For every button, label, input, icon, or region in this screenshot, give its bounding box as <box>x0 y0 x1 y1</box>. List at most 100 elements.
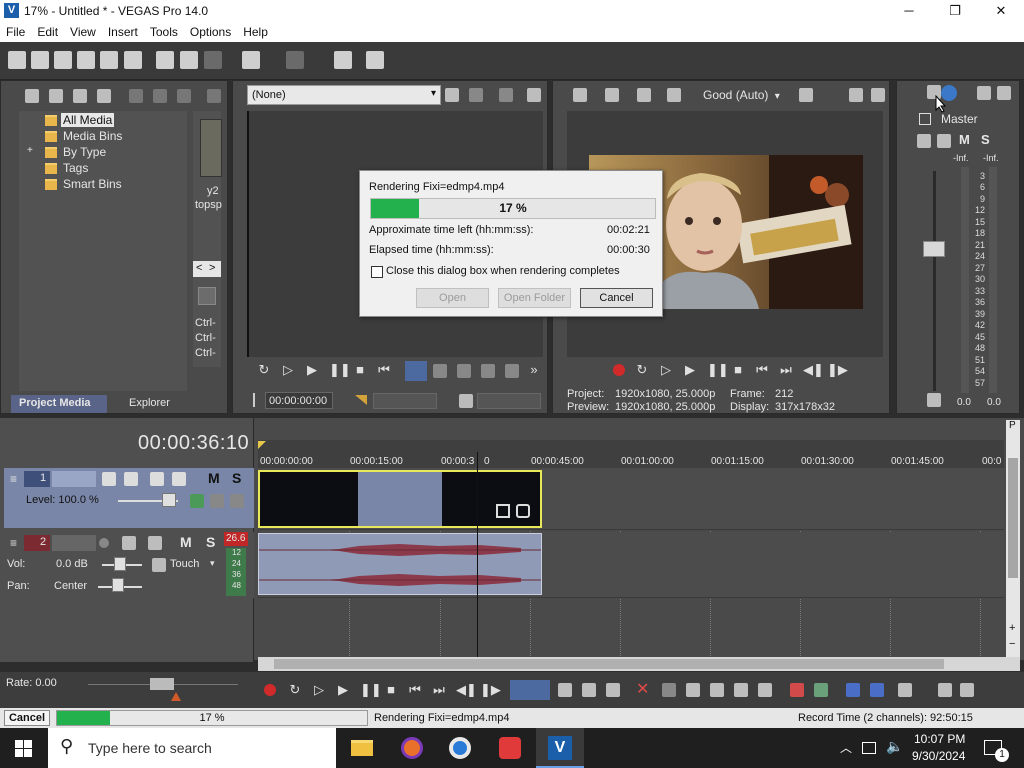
open-button[interactable]: Open <box>416 288 489 308</box>
preview-device-icon[interactable] <box>637 88 651 102</box>
save-icon[interactable] <box>54 51 72 69</box>
delete-icon[interactable]: ✕ <box>636 679 649 699</box>
open-folder-button[interactable]: Open Folder <box>498 288 571 308</box>
pin-icon[interactable]: P <box>1009 420 1016 431</box>
fx-gear-icon[interactable] <box>937 134 951 148</box>
properties-gear-icon[interactable] <box>124 51 142 69</box>
speaker-icon[interactable] <box>977 86 991 100</box>
tree-item-tags[interactable]: Tags <box>63 161 88 175</box>
menu-tools[interactable]: Tools <box>144 22 184 39</box>
trim-icon[interactable] <box>433 364 447 378</box>
pause-icon[interactable]: ❚❚ <box>329 363 351 377</box>
video-clip[interactable] <box>258 470 542 528</box>
paste-icon[interactable] <box>204 51 222 69</box>
event-fx-icon[interactable] <box>516 504 530 518</box>
chevron-up-icon[interactable]: ︿ <box>840 739 852 756</box>
scroll-thumb[interactable] <box>1008 458 1018 578</box>
trim-length-field[interactable] <box>477 393 541 409</box>
cancel-render-button[interactable]: Cancel <box>4 710 50 726</box>
undo-icon[interactable] <box>242 51 260 69</box>
minimize-button[interactable]: ─ <box>886 0 932 22</box>
views-icon[interactable] <box>207 89 221 103</box>
preset-dropdown[interactable]: (None) ▾ <box>247 85 441 105</box>
import-media-icon[interactable] <box>25 89 39 103</box>
timeline-vertical-scrollbar[interactable]: P + − <box>1006 420 1020 658</box>
clock-time[interactable]: 10:07 PM <box>914 732 965 746</box>
maximize-button[interactable]: ❐ <box>932 0 978 22</box>
vol-slider-handle[interactable] <box>114 557 126 571</box>
lock-icon[interactable] <box>758 683 772 697</box>
video-track-header[interactable]: ≡ 1 M S Level: 100.0 % <box>4 468 254 528</box>
tab-explorer[interactable]: Explorer <box>129 397 170 409</box>
close-on-complete-checkbox[interactable] <box>371 266 383 278</box>
timeline-timecode[interactable]: 00:00:36:10 <box>138 432 249 455</box>
arm-record-icon[interactable] <box>99 538 109 548</box>
collapse-icon[interactable]: ≡ <box>10 536 17 550</box>
trim-icon[interactable] <box>505 364 519 378</box>
normal-edit-tool[interactable] <box>510 680 550 700</box>
play-from-start-icon[interactable]: ▷ <box>659 363 673 377</box>
level-slider-handle[interactable] <box>162 493 176 507</box>
split-screen-icon[interactable] <box>605 88 619 102</box>
previous-frame-icon[interactable]: ◀❚ <box>803 363 824 377</box>
scroll-thumb[interactable] <box>274 659 944 669</box>
overlay-icon[interactable] <box>667 88 681 102</box>
next-frame-icon[interactable]: ❚▶ <box>827 363 848 377</box>
trim-start-icon[interactable] <box>710 683 724 697</box>
spellcheck-icon[interactable] <box>445 88 459 102</box>
go-to-start-icon[interactable]: ⏮ <box>755 363 769 377</box>
child-mode-icon[interactable] <box>230 494 244 508</box>
tree-item-by-type[interactable]: By Type <box>63 145 106 159</box>
go-to-start-icon[interactable]: ⏮ <box>377 363 391 377</box>
pause-icon[interactable]: ❚❚ <box>360 683 382 697</box>
clear-icon[interactable] <box>499 88 513 102</box>
solo-button[interactable]: S <box>981 132 990 147</box>
mountain-icon[interactable] <box>459 394 473 408</box>
quality-dropdown[interactable]: Good (Auto) ▾ <box>703 88 780 102</box>
save-as-icon[interactable] <box>77 51 95 69</box>
stop-icon[interactable]: ■ <box>731 363 745 377</box>
selection-tool-icon[interactable] <box>582 683 596 697</box>
play-icon[interactable]: ▶ <box>305 363 319 377</box>
web-icon[interactable] <box>97 89 111 103</box>
loop-icon[interactable]: ↻ <box>257 363 271 377</box>
trim-icon[interactable] <box>662 683 676 697</box>
window-icon[interactable] <box>527 88 541 102</box>
windows-start-icon[interactable] <box>15 740 32 757</box>
audio-track-header[interactable]: ≡ 2 M S 26.6 12 24 36 48 Vol: 0.0 dB Tou… <box>4 532 254 598</box>
tab-project-media[interactable]: Project Media <box>11 395 107 413</box>
automation-mode[interactable]: Touch <box>170 558 199 570</box>
pause-icon[interactable]: ❚❚ <box>707 363 729 377</box>
solo-button[interactable]: S <box>206 534 215 550</box>
file-explorer-app[interactable] <box>338 728 386 768</box>
pan-icon[interactable] <box>148 536 162 550</box>
track-name-field[interactable] <box>52 535 96 551</box>
trim-range-field[interactable] <box>373 393 437 409</box>
volume-mute-icon[interactable]: 🔈 <box>886 738 903 755</box>
media-generator-icon[interactable] <box>177 89 191 103</box>
tree-item-smart-bins[interactable]: Smart Bins <box>63 177 122 191</box>
menu-view[interactable]: View <box>64 22 102 39</box>
compositing-icon[interactable] <box>124 472 138 486</box>
solo-button[interactable]: S <box>232 470 241 486</box>
render-as-icon[interactable] <box>100 51 118 69</box>
vegas-app[interactable]: V <box>536 728 584 768</box>
mute-button[interactable]: M <box>180 534 192 550</box>
menu-file[interactable]: File <box>0 22 31 39</box>
zoom-out-button[interactable]: − <box>1009 638 1015 650</box>
zoom-in-button[interactable]: + <box>1009 622 1015 634</box>
remove-icon[interactable] <box>129 89 143 103</box>
downloader-app[interactable] <box>486 728 534 768</box>
scroll-arrows[interactable]: < > <box>193 261 221 277</box>
trim-mode-icon[interactable] <box>405 361 427 381</box>
loop-icon[interactable]: ↻ <box>288 683 302 697</box>
menu-help[interactable]: Help <box>237 22 274 39</box>
master-fader-handle[interactable] <box>923 241 945 257</box>
media-thumbnail[interactable] <box>200 119 222 177</box>
audio-clip[interactable] <box>258 533 542 595</box>
record-icon[interactable] <box>264 684 276 696</box>
chrome-app[interactable] <box>436 728 484 768</box>
lock-icon[interactable] <box>927 393 941 407</box>
track-name-field[interactable] <box>52 471 96 487</box>
ripple-icon[interactable] <box>898 683 912 697</box>
